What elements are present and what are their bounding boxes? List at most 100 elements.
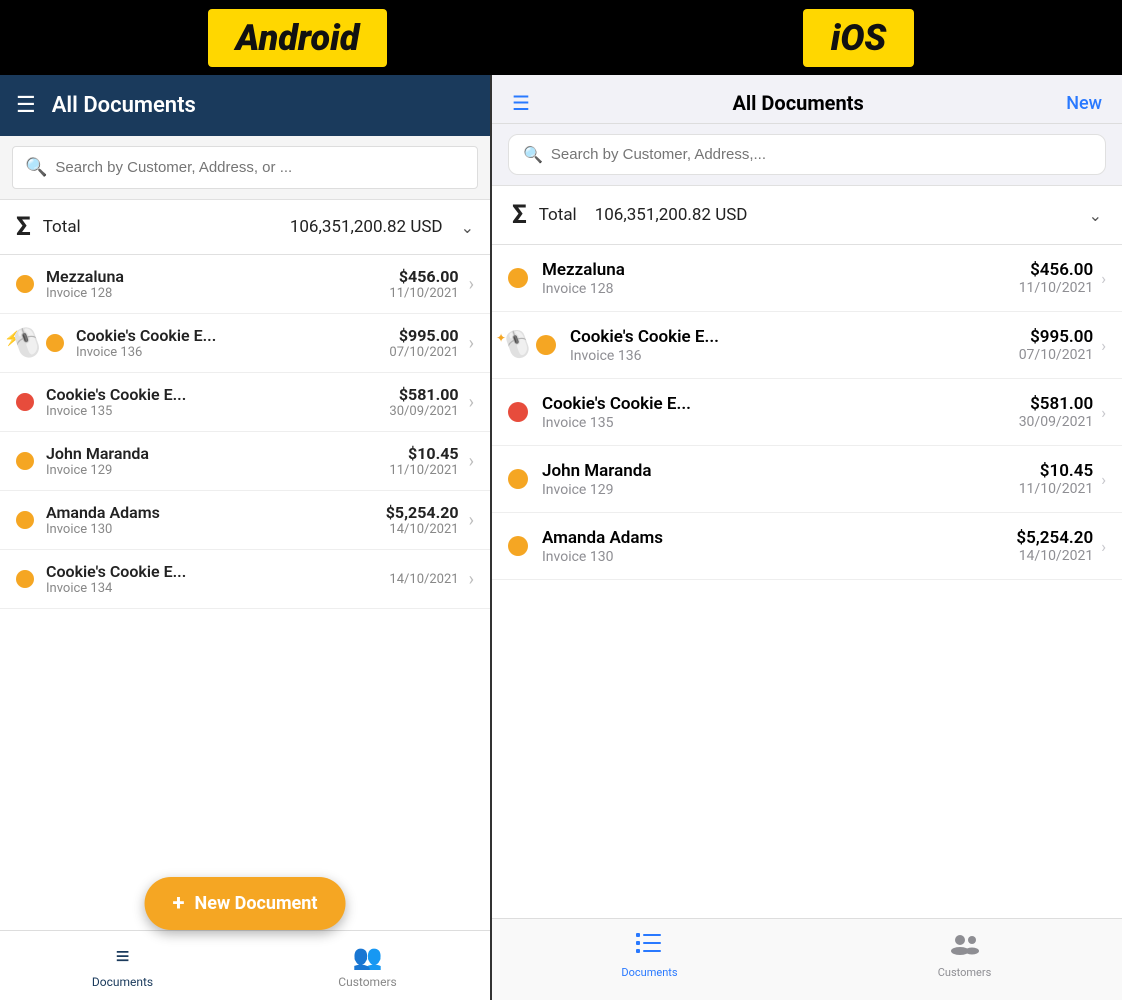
item-info: Cookie's Cookie E... Invoice 136 — [76, 326, 389, 360]
ios-hamburger-icon[interactable]: ☰ — [512, 91, 530, 115]
ios-list-item[interactable]: John Maranda Invoice 129 $10.45 11/10/20… — [492, 446, 1122, 513]
android-bottom-nav: ≡ Documents 👥 Customers — [0, 930, 490, 1000]
ios-panel: ☰ All Documents New 🔍 Σ Total 106,351,20… — [492, 75, 1122, 1000]
android-total-row[interactable]: Σ Total 106,351,200.82 USD ⌄ — [0, 199, 490, 255]
chevron-right-icon: › — [469, 274, 474, 295]
status-dot-orange — [46, 334, 64, 352]
list-item[interactable]: 🖱️ ⚡ Cookie's Cookie E... Invoice 136 $9… — [0, 314, 490, 373]
android-page-title: All Documents — [52, 93, 196, 118]
chevron-right-icon: › — [469, 569, 474, 590]
item-amount: $995.00 — [389, 326, 458, 345]
ios-new-button[interactable]: New — [1066, 93, 1102, 114]
list-item[interactable]: Mezzaluna Invoice 128 $456.00 11/10/2021… — [0, 255, 490, 314]
hamburger-icon[interactable]: ☰ — [16, 93, 36, 118]
item-date: 14/10/2021 — [386, 522, 459, 537]
ios-amount-col: $995.00 07/10/2021 — [1019, 327, 1094, 363]
ios-item-info: Mezzaluna Invoice 128 — [542, 259, 1019, 297]
item-amount-col: $456.00 11/10/2021 — [389, 267, 458, 301]
item-sub: Invoice 130 — [46, 522, 386, 537]
ios-list-item[interactable]: Amanda Adams Invoice 130 $5,254.20 14/10… — [492, 513, 1122, 580]
ios-chevron-right-icon: › — [1101, 470, 1106, 489]
ios-list-item[interactable]: Cookie's Cookie E... Invoice 135 $581.00… — [492, 379, 1122, 446]
ios-nav-customers[interactable]: Customers — [807, 919, 1122, 992]
sigma-icon: Σ — [16, 212, 31, 242]
ios-amount: $10.45 — [1019, 461, 1094, 481]
ios-date: 11/10/2021 — [1019, 481, 1094, 497]
item-amount: $581.00 — [389, 385, 458, 404]
item-amount: $5,254.20 — [386, 503, 459, 522]
item-name: Amanda Adams — [46, 503, 386, 522]
ios-item-sub: Invoice 136 — [570, 348, 1019, 364]
ios-amount-col: $10.45 11/10/2021 — [1019, 461, 1094, 497]
ios-bottom-nav: Documents Customers — [492, 918, 1122, 1000]
plus-icon: + — [173, 891, 185, 916]
ios-date: 14/10/2021 — [1016, 548, 1093, 564]
top-banner: Android iOS — [0, 0, 1122, 75]
item-amount: $10.45 — [389, 444, 458, 463]
ios-search-input[interactable] — [551, 146, 1091, 163]
ios-list-item[interactable]: 🖱️ ✦ Cookie's Cookie E... Invoice 136 $9… — [492, 312, 1122, 379]
chevron-right-icon: › — [469, 451, 474, 472]
item-info: Amanda Adams Invoice 130 — [46, 503, 386, 537]
click-cursor-icon: 🖱️ — [5, 322, 49, 365]
item-name: John Maranda — [46, 444, 389, 463]
documents-icon: ≡ — [115, 942, 129, 971]
ios-chevron-right-icon: › — [1101, 537, 1106, 556]
ios-nav-documents[interactable]: Documents — [492, 919, 807, 992]
item-name: Mezzaluna — [46, 267, 389, 286]
new-document-fab[interactable]: + New Document — [145, 877, 346, 930]
android-total-label: Total — [43, 217, 81, 237]
ios-item-name: Mezzaluna — [542, 259, 1019, 281]
ios-nav-customers-label: Customers — [938, 966, 992, 979]
ios-item-sub: Invoice 130 — [542, 549, 1016, 565]
android-search-input[interactable] — [55, 159, 465, 176]
list-item[interactable]: Cookie's Cookie E... Invoice 135 $581.00… — [0, 373, 490, 432]
ios-item-name: John Maranda — [542, 460, 1019, 482]
nav-documents-label: Documents — [92, 975, 153, 989]
ios-click-cursor-icon: 🖱️ — [498, 326, 539, 365]
ios-chevron-right-icon: › — [1101, 269, 1106, 288]
ios-date: 11/10/2021 — [1019, 280, 1094, 296]
ios-item-info: Cookie's Cookie E... Invoice 136 — [570, 326, 1019, 364]
ios-status-dot-orange — [536, 335, 556, 355]
android-badge: Android — [208, 9, 388, 67]
android-nav-customers[interactable]: 👥 Customers — [245, 931, 490, 1000]
ios-chevron-down-icon: ⌄ — [1089, 206, 1102, 225]
customers-icon: 👥 — [353, 943, 383, 971]
item-sub: Invoice 128 — [46, 286, 389, 301]
ios-item-name: Amanda Adams — [542, 527, 1016, 549]
ios-status-dot-orange — [508, 268, 528, 288]
list-item[interactable]: Amanda Adams Invoice 130 $5,254.20 14/10… — [0, 491, 490, 550]
item-name: Cookie's Cookie E... — [46, 562, 389, 581]
item-name: Cookie's Cookie E... — [76, 326, 389, 345]
android-nav-documents[interactable]: ≡ Documents — [0, 931, 245, 1000]
ios-header: ☰ All Documents New — [492, 75, 1122, 124]
item-sub: Invoice 129 — [46, 463, 389, 478]
ios-item-name: Cookie's Cookie E... — [570, 326, 1019, 348]
item-amount-col: 14/10/2021 — [389, 572, 458, 587]
android-panel: ☰ All Documents 🔍 Σ Total 106,351,200.82… — [0, 75, 490, 1000]
ios-amount: $5,254.20 — [1016, 528, 1093, 548]
ios-badge: iOS — [803, 9, 915, 67]
status-dot-orange — [16, 275, 34, 293]
ios-item-info: John Maranda Invoice 129 — [542, 460, 1019, 498]
chevron-down-icon: ⌄ — [461, 218, 474, 237]
list-item[interactable]: Cookie's Cookie E... Invoice 134 14/10/2… — [0, 550, 490, 609]
android-list: Mezzaluna Invoice 128 $456.00 11/10/2021… — [0, 255, 490, 930]
android-label: Android — [236, 17, 360, 59]
ios-status-dot-red — [508, 402, 528, 422]
ios-total-row[interactable]: Σ Total 106,351,200.82 USD ⌄ — [492, 185, 1122, 245]
android-search-bar[interactable]: 🔍 — [12, 146, 478, 189]
ios-list-item[interactable]: Mezzaluna Invoice 128 $456.00 11/10/2021… — [492, 245, 1122, 312]
ios-amount: $456.00 — [1019, 260, 1094, 280]
item-name: Cookie's Cookie E... — [46, 385, 389, 404]
item-info: Cookie's Cookie E... Invoice 134 — [46, 562, 389, 596]
ios-search-bar[interactable]: 🔍 — [508, 134, 1106, 175]
ios-chevron-right-icon: › — [1101, 403, 1106, 422]
list-item[interactable]: John Maranda Invoice 129 $10.45 11/10/20… — [0, 432, 490, 491]
ios-item-sub: Invoice 135 — [542, 415, 1019, 431]
item-date: 11/10/2021 — [389, 463, 458, 478]
android-search-icon: 🔍 — [25, 157, 47, 178]
chevron-right-icon: › — [469, 392, 474, 413]
ios-date: 30/09/2021 — [1019, 414, 1094, 430]
